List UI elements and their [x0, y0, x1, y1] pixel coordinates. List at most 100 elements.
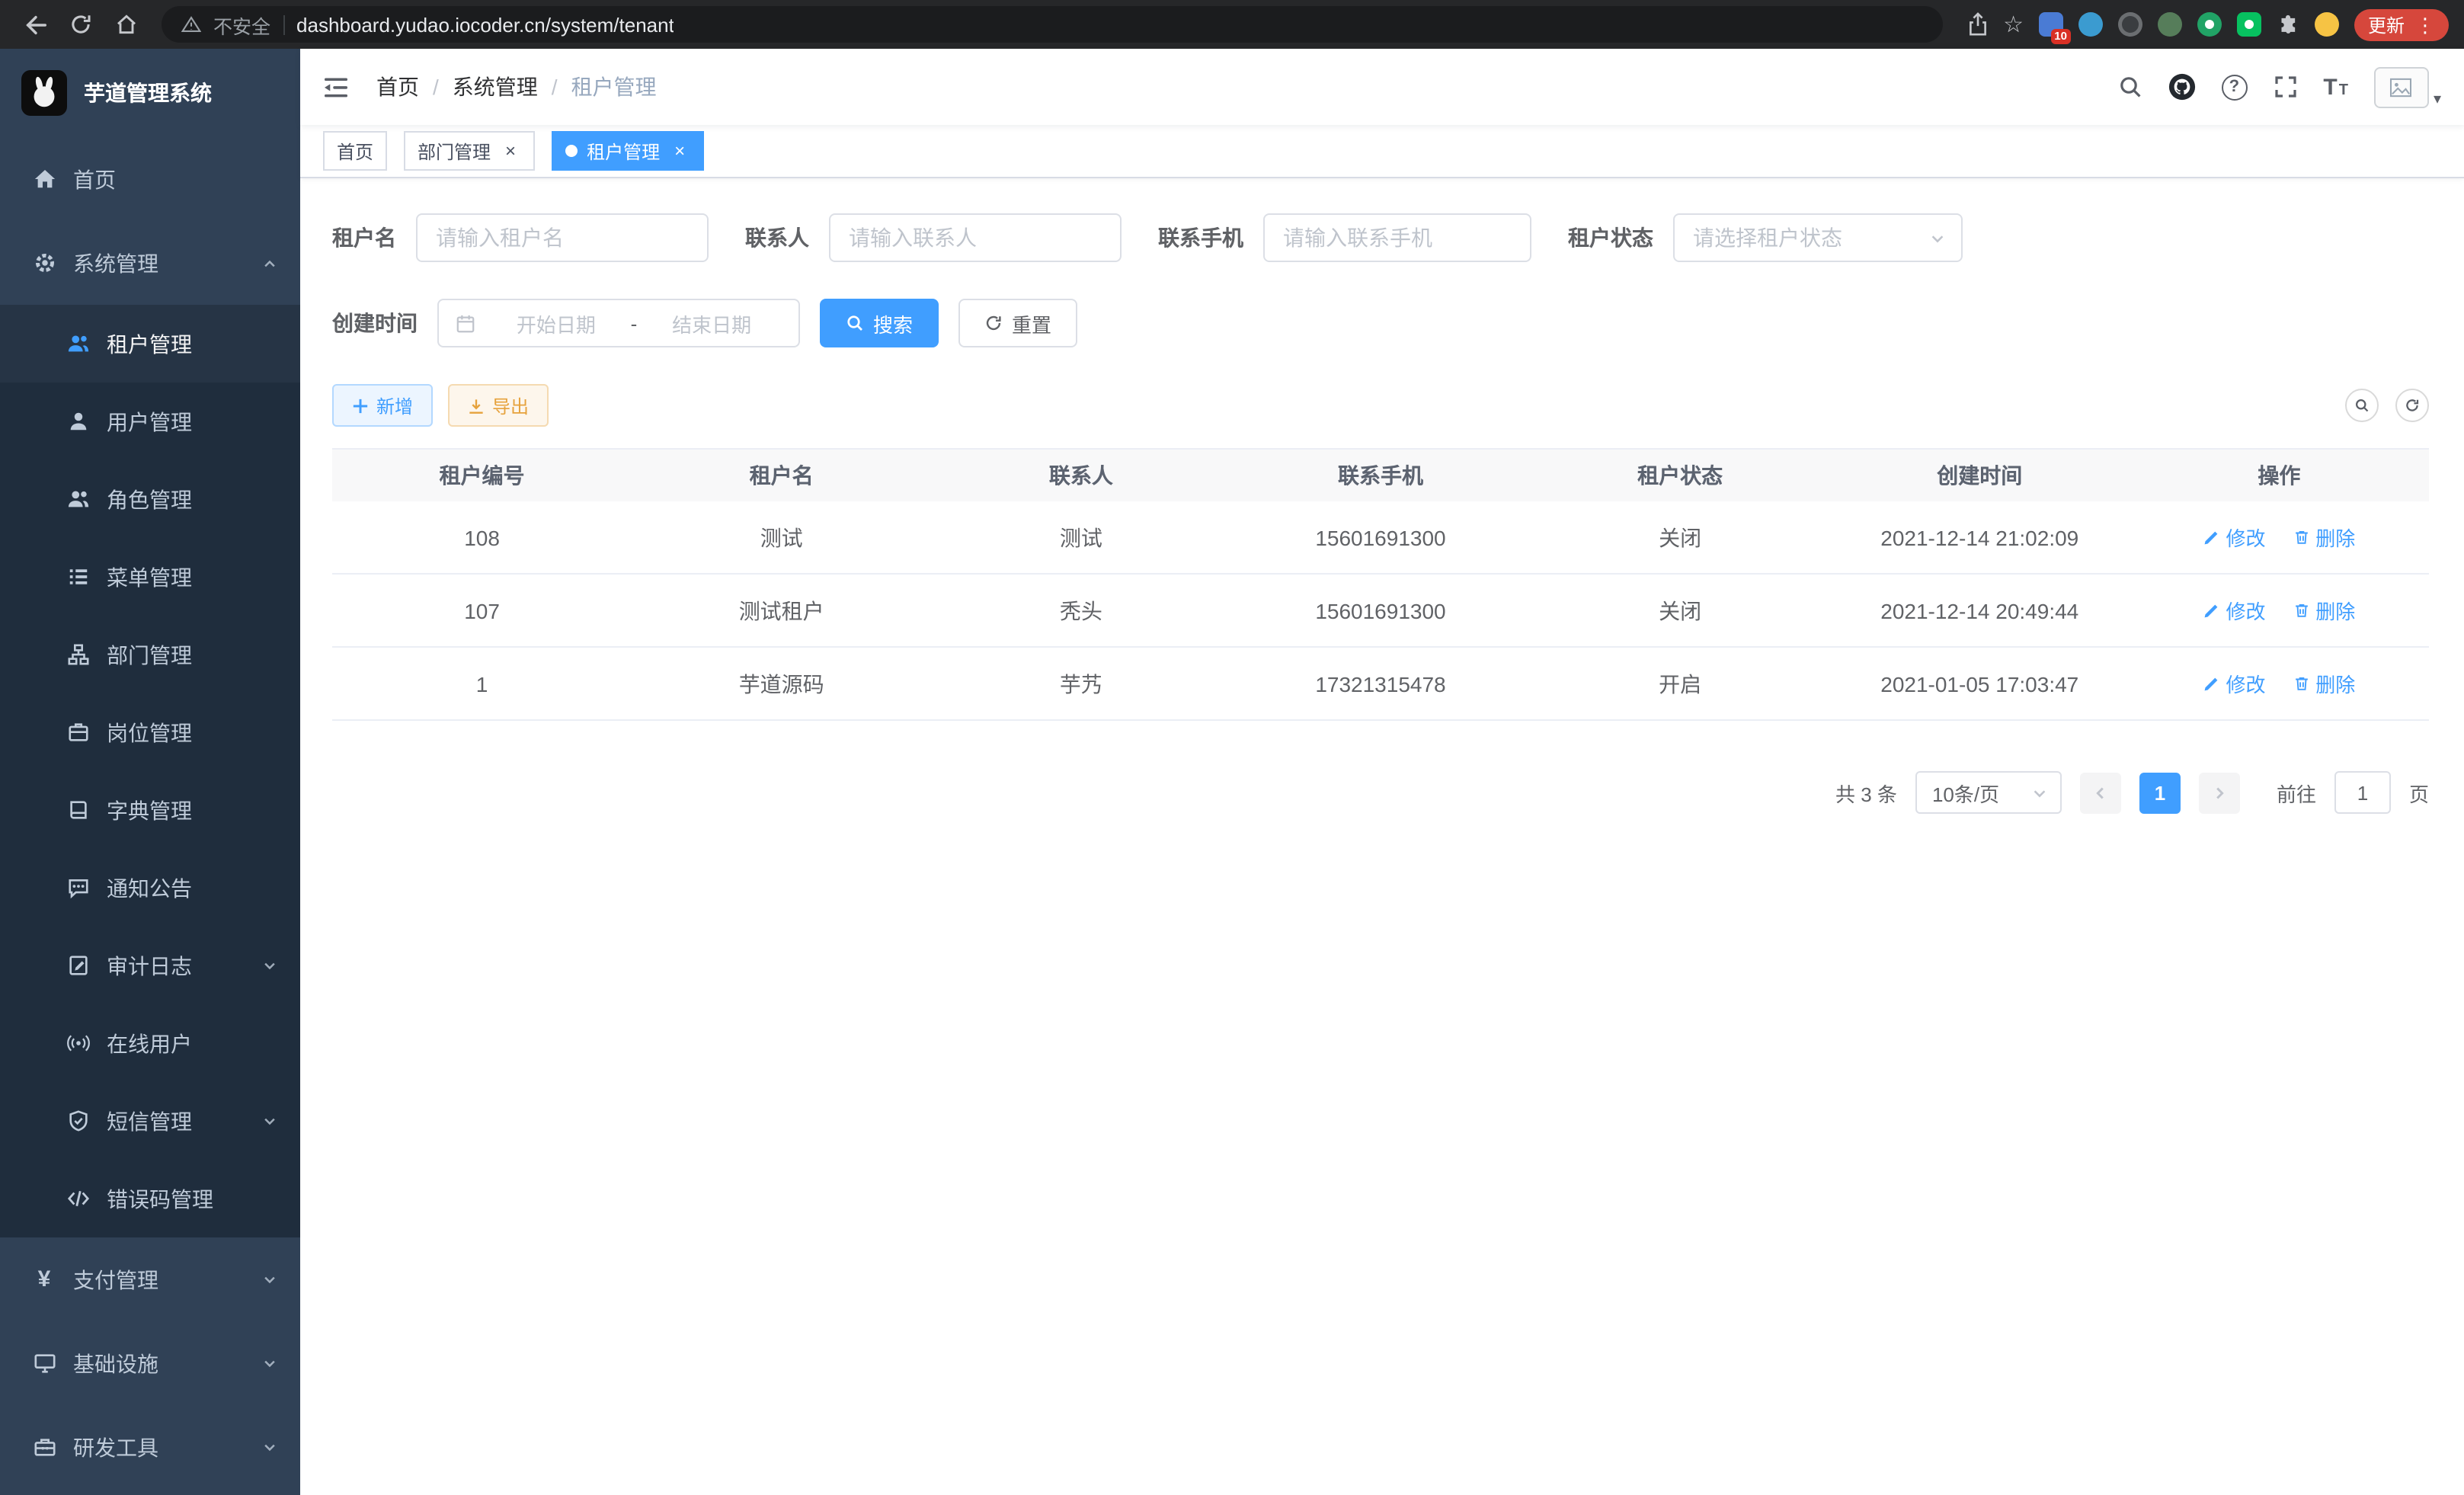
delete-button[interactable]: 删除: [2293, 596, 2355, 625]
profile-avatar-icon[interactable]: [2315, 12, 2339, 37]
cell-status: 关闭: [1531, 522, 1830, 552]
sidebar-item-dict[interactable]: 字典管理: [0, 771, 300, 849]
close-icon[interactable]: ×: [669, 140, 690, 162]
filter-contact: 联系人: [745, 213, 1122, 262]
current-page-button[interactable]: 1: [2139, 772, 2181, 813]
cell-phone: 17321315478: [1230, 671, 1530, 696]
extension-icon-chat[interactable]: [2237, 12, 2261, 37]
close-icon[interactable]: ×: [500, 140, 521, 162]
browser-home-icon: [114, 12, 139, 37]
tenant-name-input[interactable]: [416, 213, 709, 262]
prev-page-button[interactable]: [2080, 772, 2121, 813]
extension-icon-badged[interactable]: 10: [2039, 12, 2063, 37]
sidebar-item-label: 审计日志: [107, 950, 245, 981]
sidebar-item-system[interactable]: 系统管理: [0, 221, 300, 305]
address-bar[interactable]: 不安全 dashboard.yudao.iocoder.cn/system/te…: [162, 6, 1942, 43]
sidebar-item-dept[interactable]: 部门管理: [0, 616, 300, 693]
tab-label: 租户管理: [587, 138, 660, 164]
date-separator: -: [631, 312, 638, 335]
sidebar-collapse-button[interactable]: [323, 75, 349, 98]
sidebar-item-sms[interactable]: 短信管理: [0, 1082, 300, 1160]
sidebar-item-tenant[interactable]: 租户管理: [0, 305, 300, 383]
sidebar-item-pay[interactable]: ¥ 支付管理: [0, 1237, 300, 1321]
sidebar-item-errcode[interactable]: 错误码管理: [0, 1160, 300, 1237]
edit-button[interactable]: 修改: [2203, 669, 2265, 698]
sidebar-item-audit[interactable]: 审计日志: [0, 927, 300, 1004]
help-icon[interactable]: ?: [2221, 74, 2247, 100]
table-row: 107 测试租户 秃头 15601691300 关闭 2021-12-14 20…: [332, 575, 2429, 648]
refresh-table-button[interactable]: [2395, 389, 2429, 422]
edit-button[interactable]: 修改: [2203, 523, 2265, 552]
security-label: 不安全: [213, 10, 270, 39]
col-header: 操作: [2130, 460, 2429, 491]
breadcrumb-item[interactable]: 首页: [376, 72, 419, 102]
search-icon[interactable]: [2117, 75, 2142, 99]
phone-input[interactable]: [1263, 213, 1531, 262]
sidebar-item-user[interactable]: 用户管理: [0, 383, 300, 460]
kebab-menu-icon[interactable]: ⋮: [2415, 14, 2435, 34]
date-range-input[interactable]: 开始日期 - 结束日期: [437, 299, 800, 347]
add-button[interactable]: 新增: [332, 384, 433, 427]
table-row: 108 测试 测试 15601691300 关闭 2021-12-14 21:0…: [332, 501, 2429, 575]
chevron-left-icon: [2092, 784, 2109, 801]
trash-icon: [2293, 675, 2309, 692]
delete-button[interactable]: 删除: [2293, 669, 2355, 698]
sidebar-item-post[interactable]: 岗位管理: [0, 693, 300, 771]
sidebar-item-infra[interactable]: 基础设施: [0, 1321, 300, 1405]
reload-button[interactable]: [61, 5, 101, 44]
sidebar-item-label: 用户管理: [107, 406, 277, 437]
sidebar-item-menu[interactable]: 菜单管理: [0, 538, 300, 616]
page-size-select[interactable]: 10条/页: [1915, 771, 2062, 814]
browser-home-button[interactable]: [107, 5, 146, 44]
yen-icon: ¥: [32, 1267, 56, 1292]
sidebar-item-online[interactable]: 在线用户: [0, 1004, 300, 1082]
delete-button[interactable]: 删除: [2293, 523, 2355, 552]
search-icon: [2354, 398, 2370, 413]
cell-tenant-name: 测试: [632, 522, 931, 552]
calendar-icon: [456, 313, 475, 333]
cell-tenant-id: 1: [332, 671, 632, 696]
created-label: 创建时间: [332, 308, 418, 338]
reset-button[interactable]: 重置: [958, 299, 1077, 347]
next-page-button[interactable]: [2199, 772, 2240, 813]
chevron-down-icon: [1929, 229, 1946, 246]
extensions-puzzle-icon[interactable]: [2277, 13, 2299, 36]
cell-actions: 修改 删除: [2130, 523, 2429, 552]
extension-inner-dot: [2205, 20, 2214, 29]
breadcrumb-item[interactable]: 系统管理: [453, 72, 538, 102]
sidebar-item-notice[interactable]: 通知公告: [0, 849, 300, 927]
app-logo-row[interactable]: 芋道管理系统: [0, 49, 300, 137]
font-size-icon[interactable]: TT: [2323, 74, 2348, 100]
sidebar-item-dev[interactable]: 研发工具: [0, 1405, 300, 1489]
sidebar-item-role[interactable]: 角色管理: [0, 460, 300, 538]
goto-page-input[interactable]: [2334, 771, 2391, 814]
extension-icon-green[interactable]: [2158, 12, 2182, 37]
user-avatar[interactable]: ▾: [2374, 66, 2441, 107]
tab-tenant[interactable]: 租户管理 ×: [552, 131, 704, 171]
filter-status: 租户状态 请选择租户状态: [1568, 213, 1963, 262]
fullscreen-icon[interactable]: [2273, 75, 2297, 99]
contact-input[interactable]: [829, 213, 1122, 262]
tab-dept[interactable]: 部门管理 ×: [404, 131, 535, 171]
caret-down-icon: ▾: [2434, 92, 2441, 107]
date-end-placeholder: 结束日期: [642, 309, 782, 338]
refresh-icon: [984, 314, 1003, 332]
export-button[interactable]: 导出: [448, 384, 549, 427]
update-button[interactable]: 更新 ⋮: [2354, 8, 2449, 40]
back-button[interactable]: [15, 5, 55, 44]
page-suffix-label: 页: [2409, 778, 2429, 807]
toggle-search-button[interactable]: [2345, 389, 2379, 422]
search-button[interactable]: 搜索: [820, 299, 939, 347]
url-text: dashboard.yudao.iocoder.cn/system/tenant: [296, 13, 674, 36]
extension-icon-green-dot[interactable]: [2197, 12, 2222, 37]
status-select[interactable]: 请选择租户状态: [1673, 213, 1963, 262]
extension-icon-dark[interactable]: [2118, 12, 2142, 37]
tab-home[interactable]: 首页: [323, 131, 387, 171]
bookmark-star-icon[interactable]: ☆: [2003, 13, 2024, 36]
toolbox-icon: [32, 1435, 56, 1459]
extension-icon-drop[interactable]: [2078, 12, 2103, 37]
share-icon[interactable]: [1966, 12, 1988, 37]
github-icon[interactable]: [2168, 73, 2195, 101]
sidebar-item-home[interactable]: 首页: [0, 137, 300, 221]
edit-button[interactable]: 修改: [2203, 596, 2265, 625]
